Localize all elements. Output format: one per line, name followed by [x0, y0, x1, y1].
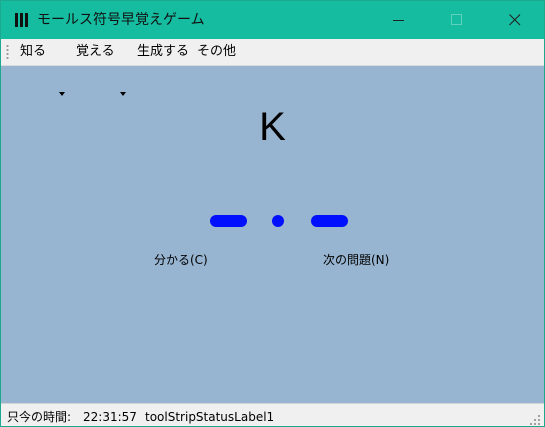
menu-memorize[interactable]: 覚える [76, 43, 115, 61]
toolstrip-grip[interactable] [6, 44, 9, 60]
app-window: モールス符号早覚えゲーム 知る 覚える 生成する その他 K 分かる(C) 次の… [0, 0, 545, 427]
current-time-label: 只今の時間: [7, 410, 72, 424]
understood-button[interactable]: 分かる(C) [154, 252, 208, 268]
target-letter: K [259, 105, 286, 149]
status-bar: 只今の時間: 22:31:57 toolStripStatusLabel1 [1, 403, 544, 426]
close-button[interactable] [492, 1, 538, 39]
menu-know-label: 知る [20, 44, 47, 59]
chevron-down-icon[interactable] [59, 92, 65, 96]
morse-dash [210, 215, 247, 227]
resize-grip-icon[interactable] [529, 414, 541, 426]
menu-other-label: その他 [197, 44, 237, 59]
menu-memorize-label: 覚える [76, 44, 115, 59]
title-bar[interactable]: モールス符号早覚えゲーム [1, 1, 544, 39]
chevron-down-icon[interactable] [120, 92, 126, 96]
menu-know[interactable]: 知る [20, 43, 46, 61]
menu-bar: 知る 覚える 生成する その他 [1, 39, 544, 96]
window-title: モールス符号早覚えゲーム [37, 12, 205, 28]
app-icon[interactable] [15, 13, 29, 27]
menu-generate[interactable]: 生成する [137, 43, 189, 61]
minimize-button[interactable] [376, 1, 422, 39]
menu-other[interactable]: その他 [197, 43, 236, 61]
next-question-button[interactable]: 次の問題(N) [323, 252, 389, 268]
close-icon [509, 14, 521, 26]
morse-dot [272, 215, 284, 227]
current-time-value: 22:31:57 [83, 410, 137, 424]
status-label-1: toolStripStatusLabel1 [145, 410, 275, 424]
maximize-icon [451, 14, 462, 25]
morse-dash [311, 215, 348, 227]
minimize-icon [393, 20, 404, 21]
menu-generate-label: 生成する [137, 44, 190, 59]
maximize-button[interactable] [434, 1, 480, 39]
